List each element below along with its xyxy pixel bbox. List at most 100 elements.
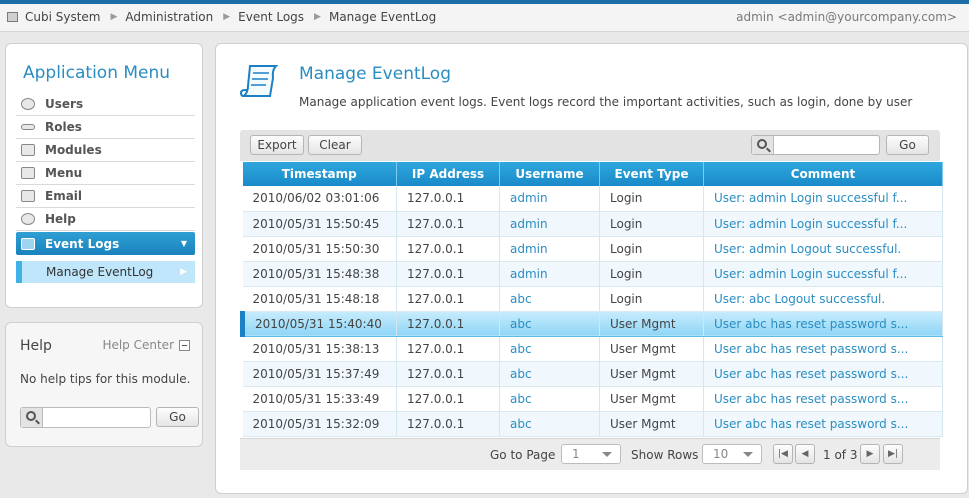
cell-timestamp: 2010/05/31 15:37:49	[242, 361, 397, 387]
chevron-right-icon: ▶	[180, 267, 187, 277]
table-row[interactable]: 2010/05/31 15:48:38 127.0.0.1 admin Logi…	[242, 261, 943, 287]
sidebar-item-label: Menu	[45, 166, 83, 180]
crumb-separator-icon: ▶	[110, 12, 118, 22]
cell-username[interactable]: abc	[499, 361, 600, 387]
cell-comment[interactable]: User: admin Login successful f...	[703, 211, 943, 237]
cell-username[interactable]: admin	[499, 186, 600, 212]
table-row[interactable]: 2010/06/02 03:01:06 127.0.0.1 admin Logi…	[242, 186, 943, 212]
cell-timestamp: 2010/05/31 15:33:49	[242, 386, 397, 412]
crumb-separator-icon: ▶	[223, 12, 231, 22]
cell-comment[interactable]: User: abc Logout successful.	[703, 286, 943, 312]
cell-timestamp: 2010/05/31 15:32:09	[242, 411, 397, 437]
cell-event-type: User Mgmt	[599, 386, 704, 412]
cell-comment[interactable]: User abc has reset password s...	[703, 361, 943, 387]
cell-comment[interactable]: User: admin Login successful f...	[703, 261, 943, 287]
column-header-ip-address[interactable]: IP Address	[396, 162, 500, 186]
table-row[interactable]: 2010/05/31 15:33:49 127.0.0.1 abc User M…	[242, 386, 943, 412]
grid-go-button[interactable]: Go	[886, 135, 929, 155]
cell-comment[interactable]: User abc has reset password s...	[703, 411, 943, 437]
cell-event-type: User Mgmt	[599, 336, 704, 362]
column-header-username[interactable]: Username	[499, 162, 600, 186]
table-row[interactable]: 2010/05/31 15:38:13 127.0.0.1 abc User M…	[242, 336, 943, 362]
cell-username[interactable]: abc	[499, 286, 600, 312]
next-page-button[interactable]: ▶	[860, 444, 880, 464]
sidebar-item-modules[interactable]: Modules	[16, 139, 195, 162]
help-go-button[interactable]: Go	[156, 407, 199, 427]
chevron-down-icon	[743, 452, 753, 457]
table-row[interactable]: 2010/05/31 15:37:49 127.0.0.1 abc User M…	[242, 361, 943, 387]
cell-username[interactable]: admin	[499, 211, 600, 237]
menu-icon	[21, 167, 35, 179]
show-rows-value: 10	[713, 447, 729, 461]
pager: Go to Page 1 Show Rows 10 |◀ ◀ 1 of 3 ▶ …	[240, 438, 940, 470]
prev-page-button[interactable]: ◀	[795, 444, 815, 464]
grid-toolbar: Export Clear Go	[240, 130, 940, 161]
show-rows-label: Show Rows	[631, 448, 699, 462]
sidebar-item-label: Modules	[45, 143, 102, 157]
help-center-link[interactable]: Help Center	[102, 338, 190, 352]
cell-username[interactable]: abc	[499, 336, 600, 362]
page-info: 1 of 3	[823, 448, 858, 462]
grid-search-input[interactable]	[751, 135, 880, 155]
next-page-icon: ▶	[866, 449, 874, 459]
help-text: No help tips for this module.	[20, 372, 191, 386]
cell-username[interactable]: abc	[499, 311, 600, 337]
table-row[interactable]: 2010/05/31 15:48:18 127.0.0.1 abc Login …	[242, 286, 943, 312]
column-header-timestamp[interactable]: Timestamp	[242, 162, 397, 186]
cell-timestamp: 2010/05/31 15:48:38	[242, 261, 397, 287]
clear-button[interactable]: Clear	[308, 135, 362, 155]
cell-comment[interactable]: User abc has reset password s...	[703, 386, 943, 412]
table-row[interactable]: 2010/05/31 15:50:45 127.0.0.1 admin Logi…	[242, 211, 943, 237]
help-title: Help	[20, 338, 52, 354]
sidebar-item-roles[interactable]: Roles	[16, 116, 195, 139]
crumb-event-logs[interactable]: Event Logs	[238, 10, 304, 24]
user-info[interactable]: admin <admin@yourcompany.com>	[736, 10, 957, 24]
cell-timestamp: 2010/05/31 15:40:40	[240, 311, 397, 337]
last-page-button[interactable]: ▶|	[883, 444, 903, 464]
sidebar-item-email[interactable]: Email	[16, 185, 195, 208]
column-header-event-type[interactable]: Event Type	[599, 162, 704, 186]
cell-username[interactable]: abc	[499, 411, 600, 437]
help-center-label: Help Center	[102, 338, 174, 352]
search-icon	[752, 136, 774, 154]
show-rows-select[interactable]: 10	[702, 444, 762, 464]
export-button[interactable]: Export	[250, 135, 304, 155]
cell-ip-address: 127.0.0.1	[396, 311, 500, 337]
top-bar: Cubi System ▶ Administration ▶ Event Log…	[0, 0, 969, 32]
crumb-cubi-system[interactable]: Cubi System	[25, 10, 101, 24]
sidebar-item-event-logs[interactable]: Event Logs ▼	[16, 232, 195, 255]
cell-event-type: Login	[599, 261, 704, 287]
cell-username[interactable]: admin	[499, 236, 600, 262]
table-row-selected[interactable]: 2010/05/31 15:40:40 127.0.0.1 abc User M…	[240, 311, 943, 337]
crumb-administration[interactable]: Administration	[125, 10, 213, 24]
search-icon	[21, 408, 43, 427]
cell-event-type: User Mgmt	[599, 411, 704, 437]
cell-timestamp: 2010/05/31 15:38:13	[242, 336, 397, 362]
sidebar-subitem-manage-eventlog[interactable]: Manage EventLog ▶	[16, 261, 195, 283]
cell-comment[interactable]: User abc has reset password s...	[703, 311, 943, 337]
cell-username[interactable]: abc	[499, 386, 600, 412]
cell-comment[interactable]: User: admin Login successful f...	[703, 186, 943, 212]
cell-comment[interactable]: User: admin Logout successful.	[703, 236, 943, 262]
table-row[interactable]: 2010/05/31 15:50:30 127.0.0.1 admin Logi…	[242, 236, 943, 262]
sidebar-item-help[interactable]: Help	[16, 208, 195, 231]
chevron-down-icon	[602, 452, 612, 457]
table-row[interactable]: 2010/05/31 15:32:09 127.0.0.1 abc User M…	[242, 411, 943, 437]
table-header-row: Timestamp IP Address Username Event Type…	[242, 162, 943, 186]
first-page-button[interactable]: |◀	[773, 444, 793, 464]
cell-timestamp: 2010/05/31 15:50:45	[242, 211, 397, 237]
cell-timestamp: 2010/06/02 03:01:06	[242, 186, 397, 212]
modules-icon	[21, 144, 35, 156]
cell-comment[interactable]: User abc has reset password s...	[703, 336, 943, 362]
help-search-input[interactable]	[20, 407, 151, 428]
sidebar-item-menu[interactable]: Menu	[16, 162, 195, 185]
cell-event-type: Login	[599, 186, 704, 212]
cell-username[interactable]: admin	[499, 261, 600, 287]
breadcrumb: Cubi System ▶ Administration ▶ Event Log…	[7, 10, 436, 24]
goto-page-select[interactable]: 1	[561, 444, 621, 464]
crumb-manage-eventlog: Manage EventLog	[328, 10, 437, 24]
sidebar-item-users[interactable]: Users	[16, 93, 195, 116]
column-header-comment[interactable]: Comment	[703, 162, 943, 186]
page-description: Manage application event logs. Event log…	[299, 95, 913, 109]
collapse-icon[interactable]	[179, 339, 190, 351]
